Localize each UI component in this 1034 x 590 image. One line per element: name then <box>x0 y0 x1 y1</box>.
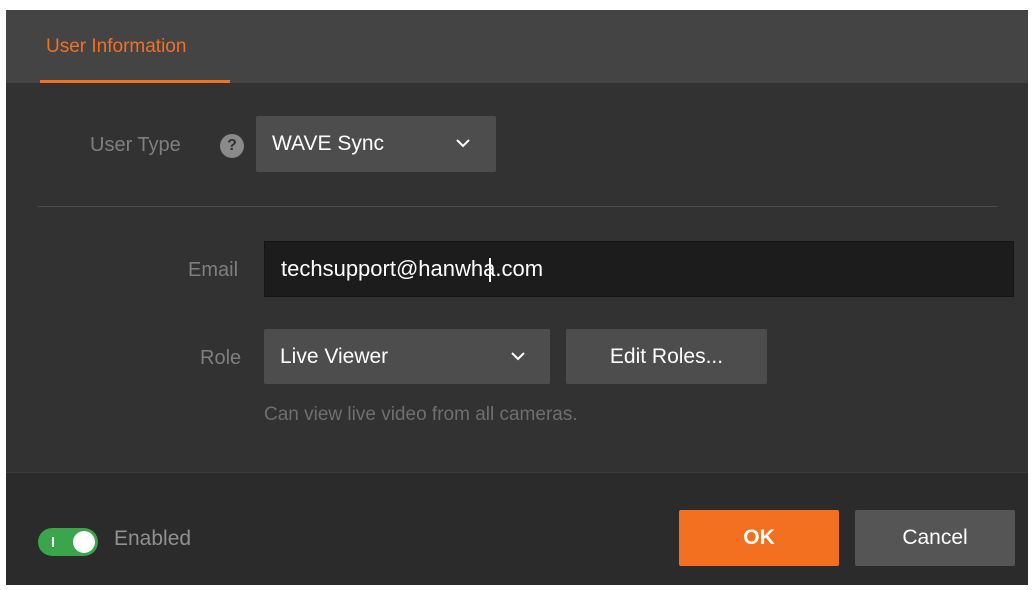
role-description: Can view live video from all cameras. <box>264 404 578 425</box>
toggle-knob <box>73 531 95 553</box>
email-label: Email <box>188 259 239 281</box>
tab-label: User Information <box>46 36 187 57</box>
question-circle-icon[interactable]: ? <box>220 134 244 158</box>
text-cursor <box>489 258 491 282</box>
email-field[interactable]: techsupport@hanwha.com <box>264 241 1014 297</box>
enabled-label: Enabled <box>114 527 192 550</box>
ok-button[interactable]: OK <box>679 510 839 566</box>
user-type-value: WAVE Sync <box>272 132 385 155</box>
user-type-select[interactable]: WAVE Sync <box>256 116 496 172</box>
tab-bar: User Information <box>6 10 1028 83</box>
role-select[interactable]: Live Viewer <box>264 329 550 384</box>
tab-user-information[interactable]: User Information <box>40 10 230 83</box>
enabled-toggle[interactable] <box>38 528 98 556</box>
email-value: techsupport@hanwha.com <box>281 256 544 281</box>
section-divider <box>38 206 998 207</box>
role-value: Live Viewer <box>280 344 389 368</box>
user-dialog: User Information User Type ? WAVE Sync E… <box>6 10 1028 585</box>
user-type-label: User Type <box>90 134 181 156</box>
cancel-button[interactable]: Cancel <box>855 510 1015 566</box>
dialog-footer: Enabled OK Cancel <box>6 472 1028 585</box>
chevron-down-icon <box>456 139 470 148</box>
edit-roles-button[interactable]: Edit Roles... <box>566 329 767 384</box>
chevron-down-icon <box>511 351 525 360</box>
role-label: Role <box>200 347 242 369</box>
toggle-on-indicator <box>52 537 54 547</box>
